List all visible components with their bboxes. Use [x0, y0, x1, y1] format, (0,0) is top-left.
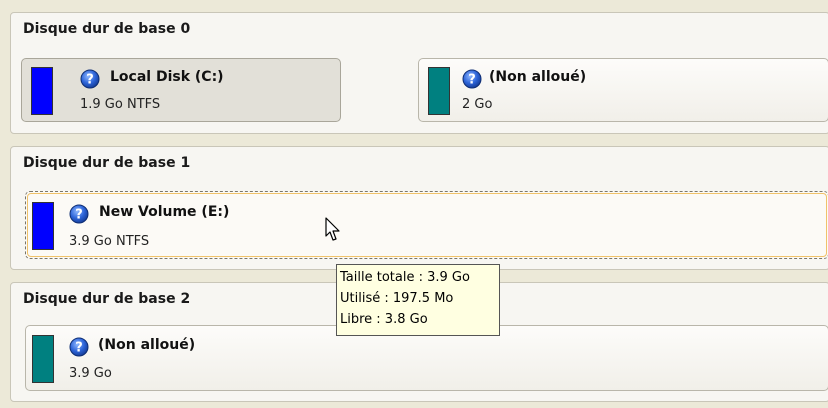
partition-color-bar: [32, 202, 54, 250]
question-icon: [462, 69, 482, 89]
partition-size: 1.9 Go NTFS: [80, 97, 161, 112]
partition-name: (Non alloué): [98, 337, 196, 353]
partition-tooltip: Taille totale : 3.9 Go Utilisé : 197.5 M…: [336, 264, 500, 336]
partition-name: New Volume (E:): [99, 204, 230, 220]
partition-unallocated-0[interactable]: (Non alloué) 2 Go: [418, 58, 828, 122]
question-icon: [80, 69, 100, 89]
disk-title: Disque dur de base 0: [23, 21, 191, 37]
partition-size: 3.9 Go: [69, 366, 112, 381]
question-icon: [69, 337, 89, 357]
question-icon: [69, 204, 89, 224]
mouse-cursor-icon: [325, 217, 340, 241]
disk-title: Disque dur de base 1: [23, 155, 191, 171]
partition-color-bar: [32, 335, 54, 383]
partition-local-disk-c[interactable]: Local Disk (C:) 1.9 Go NTFS: [21, 58, 341, 122]
tooltip-free: Libre : 3.8 Go: [340, 312, 428, 327]
partition-name: Local Disk (C:): [110, 69, 224, 85]
disk-panel-0: Disque dur de base 0 Local Disk (C:) 1.9…: [10, 12, 828, 134]
partition-size: 3.9 Go NTFS: [69, 234, 150, 249]
partition-new-volume-e[interactable]: New Volume (E:) 3.9 Go NTFS: [25, 191, 828, 259]
disk-title: Disque dur de base 2: [23, 291, 191, 307]
tooltip-used: Utilisé : 197.5 Mo: [340, 291, 454, 306]
partition-color-bar: [428, 67, 450, 115]
partition-color-bar: [31, 67, 53, 115]
tooltip-total-size: Taille totale : 3.9 Go: [340, 270, 470, 285]
disk-panel-1: Disque dur de base 1 New Volume (E:) 3.9…: [10, 146, 828, 270]
partition-size: 2 Go: [462, 97, 493, 112]
partition-name: (Non alloué): [489, 69, 587, 85]
